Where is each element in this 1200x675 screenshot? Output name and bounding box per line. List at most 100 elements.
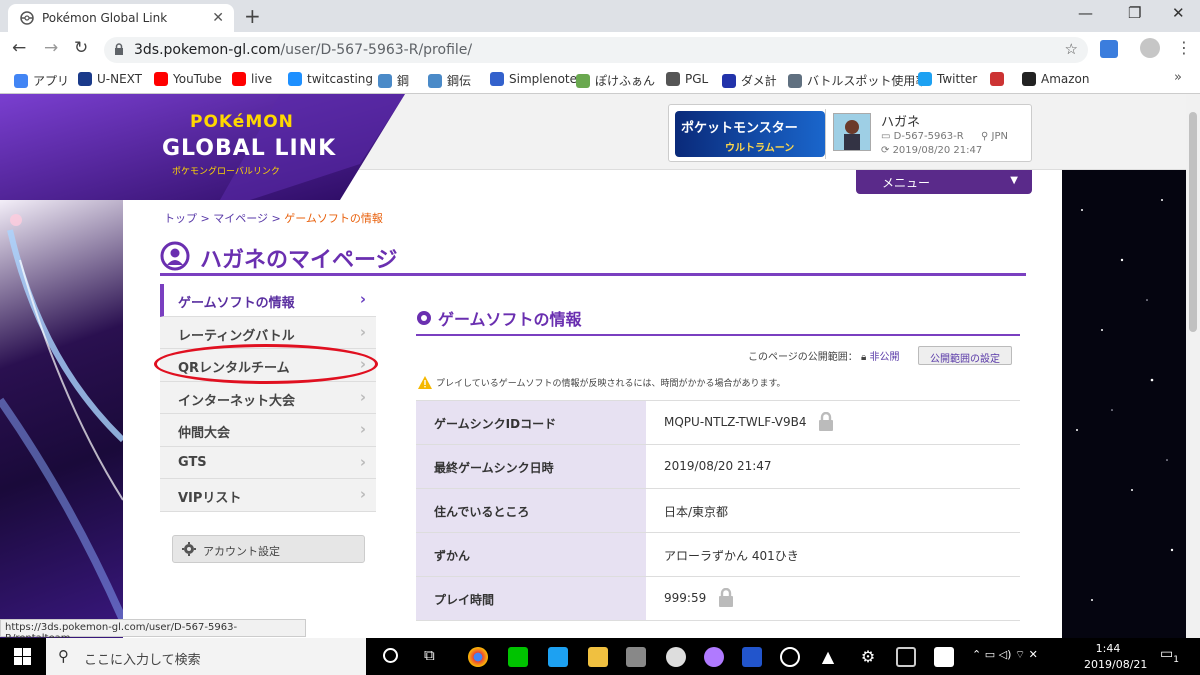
chevron-right-icon: ›	[359, 322, 366, 341]
obs-icon[interactable]	[780, 647, 800, 667]
sidebar-item[interactable]: インターネット大会 ›	[160, 381, 376, 414]
new-tab-icon[interactable]: +	[244, 4, 261, 28]
breadcrumb-mypage-link[interactable]: マイページ	[213, 212, 268, 225]
bookmark-label: ぽけふぁん	[595, 74, 656, 88]
sidebar-item-label: VIPリスト	[178, 491, 242, 506]
bookmark-favicon-icon	[918, 72, 932, 86]
bookmark-item[interactable]	[990, 72, 1009, 86]
logo-pokemon-text: POKéMON	[190, 112, 294, 132]
bookmark-item[interactable]: 鋼	[378, 72, 409, 89]
lock-icon	[718, 588, 734, 607]
avatar	[833, 113, 871, 151]
chevron-right-icon: ›	[359, 485, 366, 503]
sidebar-item[interactable]: GTS ›	[160, 446, 376, 479]
maximize-icon[interactable]: ❐	[1128, 4, 1141, 22]
window-close-icon[interactable]: ✕	[1172, 4, 1185, 22]
bookmark-item[interactable]: Amazon	[1022, 72, 1090, 86]
paint-icon[interactable]	[704, 647, 724, 667]
divider	[825, 109, 826, 159]
breadcrumb-current: ゲームソフトの情報	[284, 212, 383, 225]
browser-tab[interactable]: Pokémon Global Link ✕	[8, 4, 234, 32]
bookmark-label: バトルスポット使用率	[807, 74, 928, 88]
taskbar-search-box[interactable]: ⚲ ここに入力して検索	[46, 638, 366, 675]
row-value: 日本/東京都	[664, 505, 729, 519]
bookmark-label: Twitter	[937, 72, 978, 86]
bookmark-favicon-icon	[1022, 72, 1036, 86]
bookmark-item[interactable]: PGL	[666, 72, 708, 86]
profile-avatar-icon[interactable]	[1140, 38, 1160, 58]
sidebar-item[interactable]: 仲間大会 ›	[160, 414, 376, 447]
table-row: ずかん アローラずかん 401ひき	[416, 533, 1020, 577]
account-settings-button[interactable]: アカウント設定	[172, 535, 365, 563]
notification-icon[interactable]: ▭1	[1160, 646, 1179, 665]
sidebar-item[interactable]: ゲームソフトの情報 ›	[160, 284, 376, 317]
bookmark-item[interactable]: YouTube	[154, 72, 222, 86]
monitor-app-icon[interactable]	[742, 647, 762, 667]
global-link-logo[interactable]: POKéMON GLOBAL LINK ポケモングローバルリンク	[0, 94, 410, 200]
bookmarks-overflow-icon[interactable]: »	[1174, 70, 1182, 85]
cortana-icon[interactable]	[383, 648, 398, 663]
d-app-icon[interactable]	[934, 647, 954, 667]
settings-gear-icon[interactable]: ⚙	[858, 647, 878, 667]
padlock-icon: 🔒︎	[861, 352, 867, 363]
bookmark-item[interactable]: ぽけふぁん	[576, 72, 655, 89]
forward-icon[interactable]: →	[44, 38, 58, 58]
player-id: ▭ D-567-5963-R	[881, 131, 964, 142]
table-row: 住んでいるところ 日本/東京都	[416, 489, 1020, 533]
bookmark-item[interactable]: アプリ	[14, 72, 69, 89]
bookmark-favicon-icon	[378, 73, 392, 88]
menu-button[interactable]: メニュー ▼	[856, 170, 1032, 194]
gear-icon	[181, 541, 197, 557]
visibility-settings-button[interactable]: 公開範囲の設定	[918, 346, 1012, 365]
extension-icon[interactable]	[1100, 40, 1118, 58]
twitter-taskbar-icon[interactable]	[548, 647, 568, 667]
minimize-icon[interactable]: —	[1078, 4, 1093, 22]
close-tab-icon[interactable]: ✕	[212, 10, 224, 26]
bookmark-item[interactable]: Twitter	[918, 72, 977, 86]
user-icon	[160, 241, 190, 271]
windows-start-icon[interactable]	[14, 648, 31, 665]
more-menu-icon[interactable]: ⋮	[1176, 38, 1192, 57]
right-starfield-background	[1062, 170, 1186, 638]
calculator-icon[interactable]	[626, 647, 646, 667]
profile-summary-box: ポケットモンスター ウルトラムーン ハガネ ▭ D-567-5963-R ⚲ J…	[668, 104, 1032, 162]
address-bar[interactable]: 3ds.pokemon-gl.com/user/D-567-5963-R/pro…	[104, 37, 1088, 63]
left-decorative-background	[0, 200, 123, 638]
url-host: 3ds.pokemon-gl.com	[134, 42, 281, 58]
bookmark-item[interactable]: ダメ計	[722, 72, 777, 89]
row-value: MQPU-NTLZ-TWLF-V9B4	[664, 415, 807, 429]
system-tray-icons[interactable]: ⌃ ▭ ◁) ⌔ ✕	[972, 648, 1038, 662]
status-url-bar: https://3ds.pokemon-gl.com/user/D-567-59…	[0, 619, 306, 644]
breadcrumb-top-link[interactable]: トップ	[164, 212, 197, 225]
task-view-icon[interactable]: ⧉	[424, 646, 435, 664]
vertical-scrollbar[interactable]	[1186, 94, 1200, 638]
bookmark-item[interactable]: Simplenote	[490, 72, 577, 86]
lock-icon	[818, 412, 834, 431]
scrollbar-thumb[interactable]	[1189, 112, 1197, 332]
app-a-icon[interactable]: ▲	[818, 647, 838, 667]
line-taskbar-icon[interactable]	[508, 647, 528, 667]
file-explorer-icon[interactable]	[588, 647, 608, 667]
row-value: 2019/08/20 21:47	[664, 459, 772, 473]
bookmark-item[interactable]: バトルスポット使用率	[788, 72, 927, 89]
bookmark-item[interactable]: live	[232, 72, 272, 86]
bookmark-label: Simplenote	[509, 72, 578, 86]
sidebar-item[interactable]: VIPリスト ›	[160, 479, 376, 512]
table-row: 最終ゲームシンク日時 2019/08/20 21:47	[416, 445, 1020, 489]
bookmark-label: PGL	[685, 72, 709, 86]
bookmark-item[interactable]: U-NEXT	[78, 72, 142, 86]
film-app-icon[interactable]	[896, 647, 916, 667]
player-name: ハガネ	[881, 115, 921, 130]
bookmark-favicon-icon	[722, 73, 736, 88]
bookmark-item[interactable]: twitcasting	[288, 72, 373, 86]
taskbar-clock[interactable]: 1:44 2019/08/21	[1084, 641, 1147, 673]
reload-icon[interactable]: ↻	[74, 38, 88, 58]
chrome-taskbar-icon[interactable]	[468, 647, 488, 667]
back-icon[interactable]: ←	[12, 38, 26, 58]
bookmark-item[interactable]: 鋼伝	[428, 72, 471, 89]
app-icon-6[interactable]	[666, 647, 686, 667]
logo-global-link-text: GLOBAL LINK	[162, 136, 337, 161]
url-path: /user/D-567-5963-R/profile/	[280, 42, 473, 58]
bookmark-favicon-icon	[428, 73, 442, 88]
bookmark-star-icon[interactable]: ☆	[1065, 40, 1078, 58]
